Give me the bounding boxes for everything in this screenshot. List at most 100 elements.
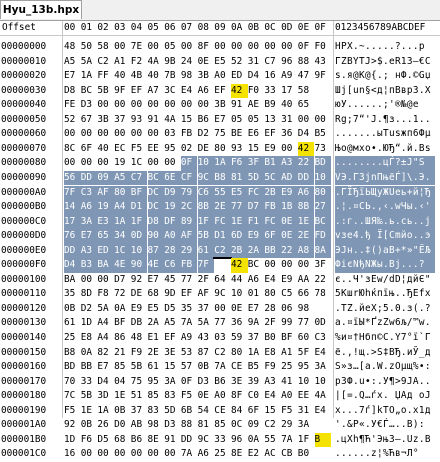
byte-cell[interactable]: 2B (264, 185, 281, 200)
hex-row[interactable]: 000000A0 7F C3 AF 80 BF DC D9 79 C6 55 E5 FC 2B E9 A6 80… (0, 185, 440, 200)
byte-cell[interactable]: EF (131, 84, 148, 99)
byte-cell[interactable]: ED (231, 69, 248, 84)
byte-cell[interactable]: F6 (81, 433, 98, 448)
byte-cell[interactable]: 00 (181, 98, 198, 113)
byte-cell[interactable]: 0E (198, 389, 215, 404)
row-ascii[interactable]: Шj[un§<д¦пBвр3.X (335, 84, 435, 99)
byte-cell[interactable]: 00 (64, 127, 81, 142)
byte-cell[interactable]: 8F (198, 40, 215, 55)
byte-cell[interactable]: 3F (315, 258, 332, 273)
byte-cell[interactable]: 8D (81, 287, 98, 302)
hex-row[interactable]: 000001A0 92 0B 26 D0 AB 98 D3 88 81 85 0C 09 C2 29 3A '.… (0, 418, 440, 433)
byte-cell[interactable]: 1E (81, 404, 98, 419)
byte-cell[interactable]: 3A (315, 360, 332, 375)
byte-cell[interactable]: F5 (281, 404, 298, 419)
byte-cell[interactable]: 8F (231, 389, 248, 404)
byte-cell[interactable]: 84 (231, 404, 248, 419)
byte-cell[interactable]: 91 (231, 98, 248, 113)
byte-cell[interactable]: FC (247, 185, 265, 200)
byte-cell[interactable]: 56 (64, 170, 81, 186)
byte-cell[interactable]: 98 (181, 69, 198, 84)
byte-cell[interactable]: 88 (298, 55, 315, 70)
byte-cell[interactable]: E7 (214, 113, 231, 128)
byte-cell[interactable]: 6E (164, 170, 181, 186)
byte-cell[interactable]: ED (97, 243, 114, 259)
byte-cell[interactable]: 6D (231, 229, 248, 244)
byte-cell[interactable]: 4B (131, 69, 148, 84)
byte-cell[interactable]: C6 (197, 185, 215, 200)
byte-cell[interactable]: 26 (97, 418, 114, 433)
byte-cell[interactable]: B (314, 432, 332, 448)
byte-cell[interactable]: 15 (181, 113, 198, 128)
byte-cell[interactable]: 2F (198, 273, 215, 288)
byte-cell[interactable]: 72 (114, 287, 131, 302)
byte-cell[interactable]: 0F (180, 156, 198, 171)
byte-cell[interactable]: FB (181, 127, 198, 142)
tab-file[interactable]: Hyu_13b.hpx (0, 0, 82, 19)
byte-cell[interactable]: 70 (64, 375, 81, 390)
byte-cell[interactable]: 1E (297, 214, 315, 230)
byte-cell[interactable]: A8 (297, 243, 315, 259)
byte-cell[interactable]: 58 (97, 40, 114, 55)
byte-cell[interactable]: 64 (214, 273, 231, 288)
byte-cell[interactable]: 90 (130, 258, 148, 273)
byte-cell[interactable]: 5F (298, 346, 315, 361)
hex-row[interactable]: 00000040 FE D3 00 00 00 00 00 00 00 3B 91 AE B9 40 65 юУ… (0, 98, 440, 113)
row-ascii[interactable]: .¦.¤СЬ.,‹.wЧы.‹' (335, 200, 435, 215)
byte-cell[interactable]: AA (298, 273, 315, 288)
byte-cell[interactable]: D4 (64, 258, 81, 273)
byte-cell[interactable]: A0 (281, 389, 298, 404)
byte-cell[interactable]: 96 (231, 433, 248, 448)
hex-row[interactable]: 000001C0 16 00 00 00 00 00 00 7A A6 25 8E E2 AC CB B0..… (0, 447, 440, 462)
byte-cell[interactable]: 1A (114, 214, 131, 230)
byte-cell[interactable]: 76 (64, 229, 81, 244)
byte-cell[interactable]: B3 (80, 258, 98, 273)
byte-cell[interactable]: 9D (164, 287, 181, 302)
byte-cell[interactable]: 83 (148, 404, 165, 419)
byte-cell[interactable]: 43 (315, 55, 332, 70)
byte-cell[interactable]: 24 (181, 55, 198, 70)
byte-cell[interactable]: 77 (181, 273, 198, 288)
byte-cell[interactable]: 2F (264, 316, 281, 331)
byte-cell[interactable]: A3 (80, 243, 98, 259)
byte-cell[interactable]: B8 (64, 346, 81, 361)
byte-cell[interactable]: 87 (198, 346, 215, 361)
byte-cell[interactable]: D3 (81, 98, 98, 113)
byte-cell[interactable]: F1 (247, 214, 265, 230)
byte-cell[interactable]: 8B (297, 200, 315, 215)
byte-cell[interactable]: 73 (315, 142, 332, 157)
byte-cell[interactable]: A7 (148, 84, 165, 99)
byte-cell[interactable]: 60 (298, 331, 315, 346)
byte-cell[interactable]: 77 (298, 316, 315, 331)
byte-cell[interactable]: 10 (314, 170, 332, 186)
byte-cell[interactable]: E3 (97, 214, 114, 230)
byte-cell[interactable]: 22 (297, 156, 315, 171)
byte-cell[interactable]: C2 (97, 55, 114, 70)
byte-cell[interactable]: 00 (181, 40, 198, 55)
byte-cell[interactable]: 7F (197, 258, 215, 273)
byte-cell[interactable]: B0 (298, 447, 315, 462)
byte-cell[interactable]: 5A (198, 316, 215, 331)
byte-cell[interactable]: CE (214, 404, 231, 419)
byte-cell[interactable]: BF (130, 185, 148, 200)
byte-cell[interactable]: 61 (64, 316, 81, 331)
byte-cell[interactable]: 1B (281, 200, 298, 215)
byte-cell[interactable]: 6F (248, 404, 265, 419)
byte-cell[interactable]: E7 (97, 360, 114, 375)
byte-cell[interactable]: 35 (181, 302, 198, 317)
byte-cell[interactable]: E7 (80, 229, 98, 244)
byte-cell[interactable]: 6F (81, 142, 98, 157)
byte-cell[interactable]: 3A (80, 214, 98, 230)
byte-cell[interactable]: 10 (298, 375, 315, 390)
byte-cell[interactable]: 00 (131, 127, 148, 142)
byte-cell[interactable]: 3C (164, 84, 181, 99)
byte-cell[interactable]: F5 (181, 389, 198, 404)
byte-cell[interactable]: 40 (281, 98, 298, 113)
byte-cell[interactable]: E9 (247, 229, 265, 244)
byte-cell[interactable]: CF (180, 170, 198, 186)
byte-cell[interactable]: 2C (180, 200, 198, 215)
byte-cell[interactable]: 91 (148, 113, 165, 128)
byte-cell[interactable]: A3 (281, 156, 298, 171)
byte-cell[interactable]: D2 (198, 127, 215, 142)
hex-row[interactable]: 00000160 BD BB E7 85 5B 61 15 57 0B 7A CE B5 F9 25 95 3A… (0, 360, 440, 375)
